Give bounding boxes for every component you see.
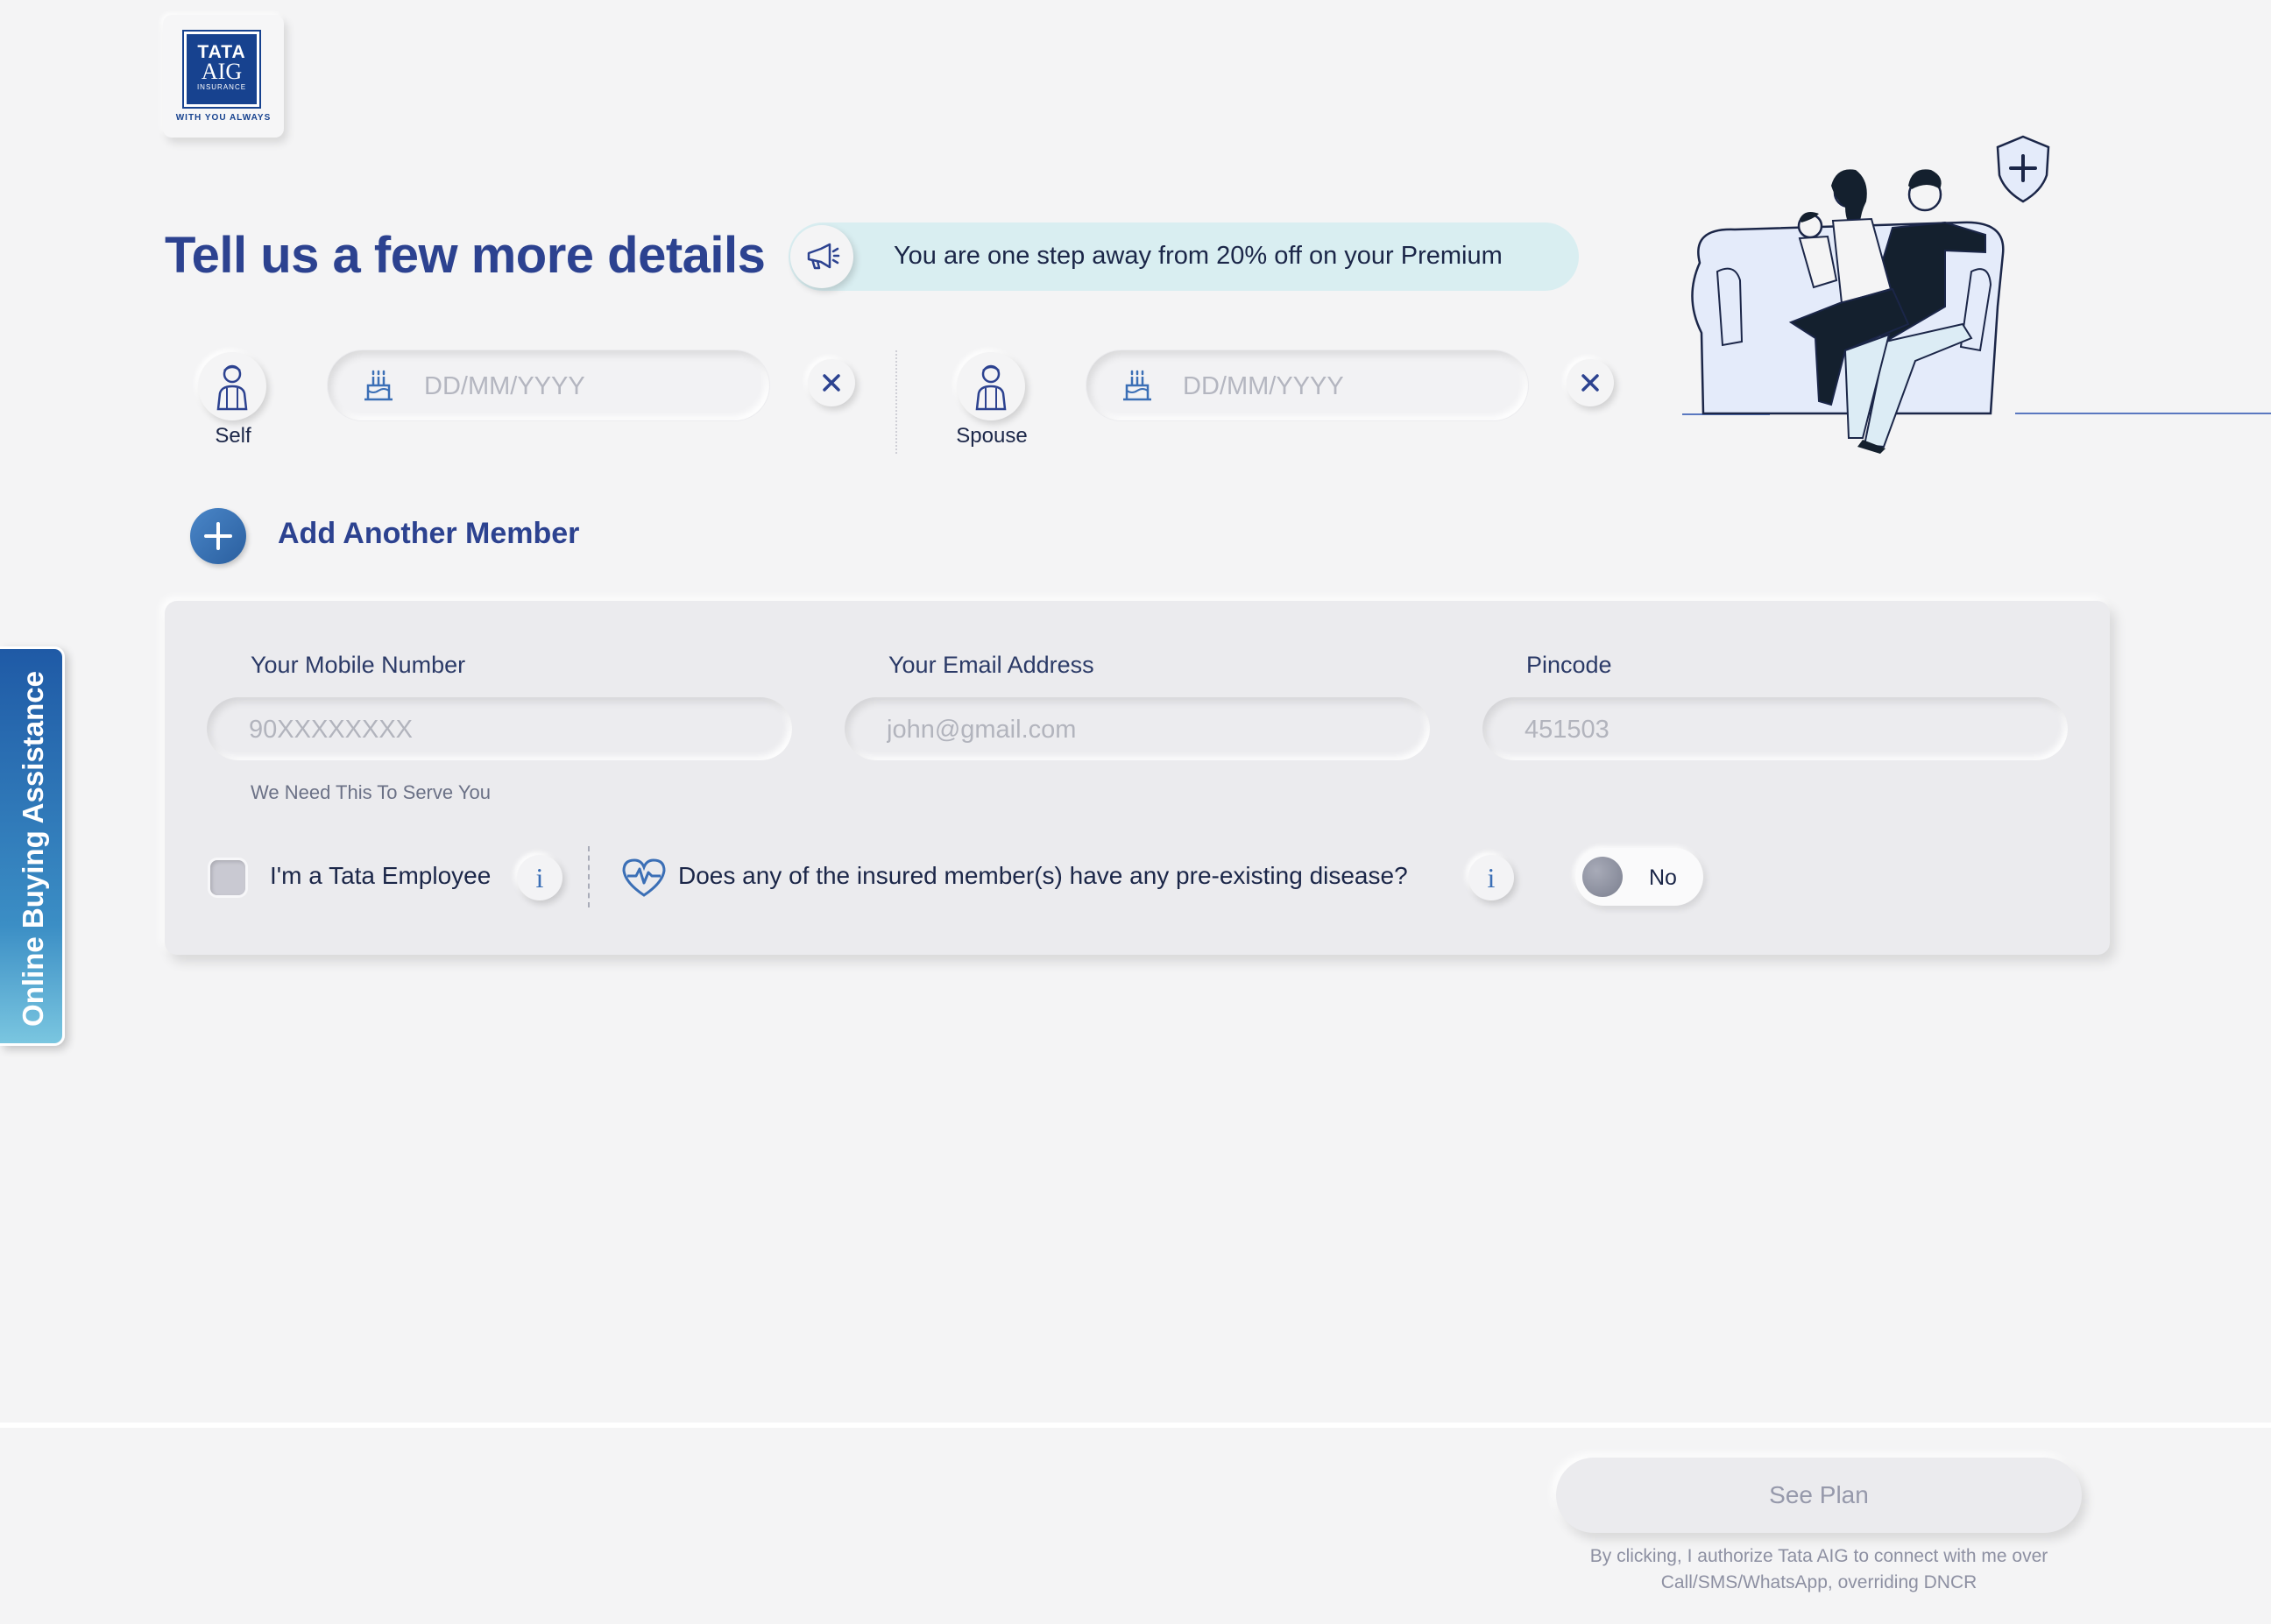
promo-text: You are one step away from 20% off on yo…	[894, 242, 1503, 270]
online-buying-assistance-tab[interactable]: Online Buying Assistance	[0, 646, 65, 1046]
spouse-avatar	[957, 352, 1025, 420]
logo-text-aig: AIG	[201, 59, 243, 84]
mobile-field[interactable]	[207, 697, 792, 762]
side-tab-label: Online Buying Assistance	[17, 671, 49, 1027]
pincode-input[interactable]	[1523, 697, 2017, 762]
tata-employee-label: I'm a Tata Employee	[270, 862, 492, 889]
member-label-spouse: Spouse	[956, 424, 1028, 448]
consent-disclaimer: By clicking, I authorize Tata AIG to con…	[1560, 1543, 2078, 1596]
add-member-button[interactable]	[190, 508, 246, 564]
person-icon	[975, 364, 1007, 411]
pincode-label: Pincode	[1526, 652, 1612, 678]
logo-tagline: WITH YOU ALWAYS	[175, 113, 272, 123]
self-avatar	[198, 352, 266, 420]
heart-pulse-icon	[620, 857, 668, 903]
person-icon	[216, 364, 248, 411]
promo-banner: You are one step away from 20% off on yo…	[789, 222, 1579, 291]
email-label: Your Email Address	[888, 652, 1094, 678]
toggle-value: No	[1649, 865, 1677, 890]
member-label-self: Self	[215, 424, 251, 448]
cake-icon	[1123, 370, 1151, 401]
cake-icon	[364, 370, 393, 401]
email-input[interactable]	[885, 697, 1379, 762]
disclaimer-line-2: Call/SMS/WhatsApp, overriding DNCR	[1660, 1572, 1977, 1592]
disclaimer-line-1: By clicking, I authorize Tata AIG to con…	[1589, 1546, 2048, 1566]
pre-existing-disease-toggle[interactable]: No	[1575, 848, 1703, 906]
mobile-helper-text: We Need This To Serve You	[251, 781, 491, 803]
megaphone-icon	[790, 225, 853, 288]
disease-info-button[interactable]: i	[1468, 855, 1514, 900]
tata-employee-info-button[interactable]: i	[517, 855, 562, 900]
logo-text-insurance: INSURANCE	[196, 83, 247, 91]
row-divider	[588, 846, 590, 907]
mobile-input[interactable]	[247, 697, 741, 762]
self-dob-input[interactable]	[422, 350, 689, 422]
info-icon: i	[1487, 861, 1496, 893]
family-illustration	[1682, 131, 2271, 464]
see-plan-button[interactable]: See Plan	[1556, 1458, 2082, 1533]
info-icon: i	[535, 861, 544, 893]
self-dob-field[interactable]	[328, 350, 769, 422]
remove-self-button[interactable]	[808, 359, 855, 406]
spouse-dob-input[interactable]	[1181, 350, 1447, 422]
mobile-label: Your Mobile Number	[251, 652, 466, 678]
pincode-field[interactable]	[1482, 697, 2068, 762]
remove-spouse-button[interactable]	[1567, 359, 1614, 406]
footer-divider	[0, 1423, 2271, 1428]
tata-employee-checkbox[interactable]	[210, 860, 245, 895]
pre-existing-disease-question: Does any of the insured member(s) have a…	[678, 862, 1408, 889]
add-member-label[interactable]: Add Another Member	[278, 517, 579, 551]
spouse-dob-field[interactable]	[1086, 350, 1528, 422]
member-divider	[895, 350, 897, 454]
page-title: Tell us a few more details	[165, 227, 766, 284]
close-icon	[1581, 374, 1599, 392]
toggle-knob[interactable]	[1582, 857, 1623, 897]
tata-aig-logo[interactable]: TATA AIG INSURANCE WITH YOU ALWAYS	[163, 15, 284, 138]
email-field[interactable]	[845, 697, 1430, 762]
logo-emblem: TATA AIG INSURANCE	[182, 30, 261, 109]
plus-icon	[204, 522, 232, 550]
close-icon	[823, 374, 840, 392]
